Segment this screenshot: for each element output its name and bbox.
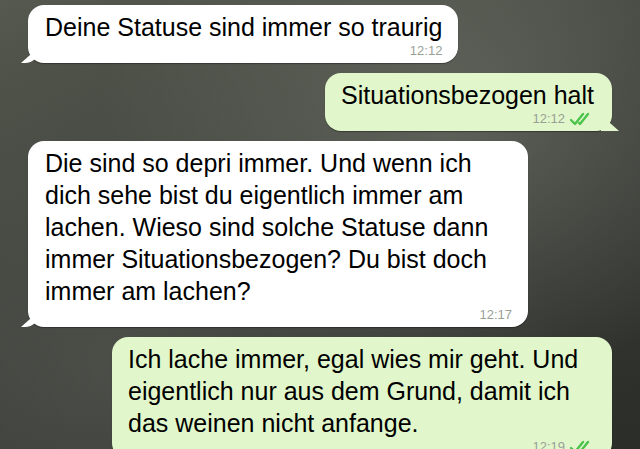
message-text: Deine Statuse sind immer so traurig xyxy=(45,11,442,43)
message-row: Situationsbezogen halt12:12 xyxy=(28,73,612,131)
message-text: Die sind so depri immer. Und wenn ich di… xyxy=(45,147,512,307)
message-meta: 12:17 xyxy=(45,307,512,323)
double-check-icon xyxy=(570,440,594,449)
message-time: 12:19 xyxy=(532,439,565,449)
message-text: Ich lache immer, egal wies mir geht. Und… xyxy=(128,343,594,439)
incoming-message[interactable]: Deine Statuse sind immer so traurig12:12 xyxy=(28,5,458,63)
message-time: 12:12 xyxy=(532,111,565,127)
message-meta: 12:19 xyxy=(128,439,594,449)
chat-background: Deine Statuse sind immer so traurig12:12… xyxy=(0,0,640,449)
message-time: 12:17 xyxy=(479,307,512,323)
outgoing-message[interactable]: Ich lache immer, egal wies mir geht. Und… xyxy=(112,337,612,449)
incoming-message[interactable]: Die sind so depri immer. Und wenn ich di… xyxy=(28,141,528,327)
message-meta: 12:12 xyxy=(45,43,442,59)
message-list: Deine Statuse sind immer so traurig12:12… xyxy=(28,5,612,449)
message-meta: 12:12 xyxy=(341,111,594,127)
message-time: 12:12 xyxy=(410,43,443,59)
double-check-icon xyxy=(570,112,594,127)
message-text: Situationsbezogen halt xyxy=(341,79,594,111)
message-row: Die sind so depri immer. Und wenn ich di… xyxy=(28,141,612,327)
message-row: Deine Statuse sind immer so traurig12:12 xyxy=(28,5,612,63)
message-row: Ich lache immer, egal wies mir geht. Und… xyxy=(28,337,612,449)
outgoing-message[interactable]: Situationsbezogen halt12:12 xyxy=(325,73,612,131)
